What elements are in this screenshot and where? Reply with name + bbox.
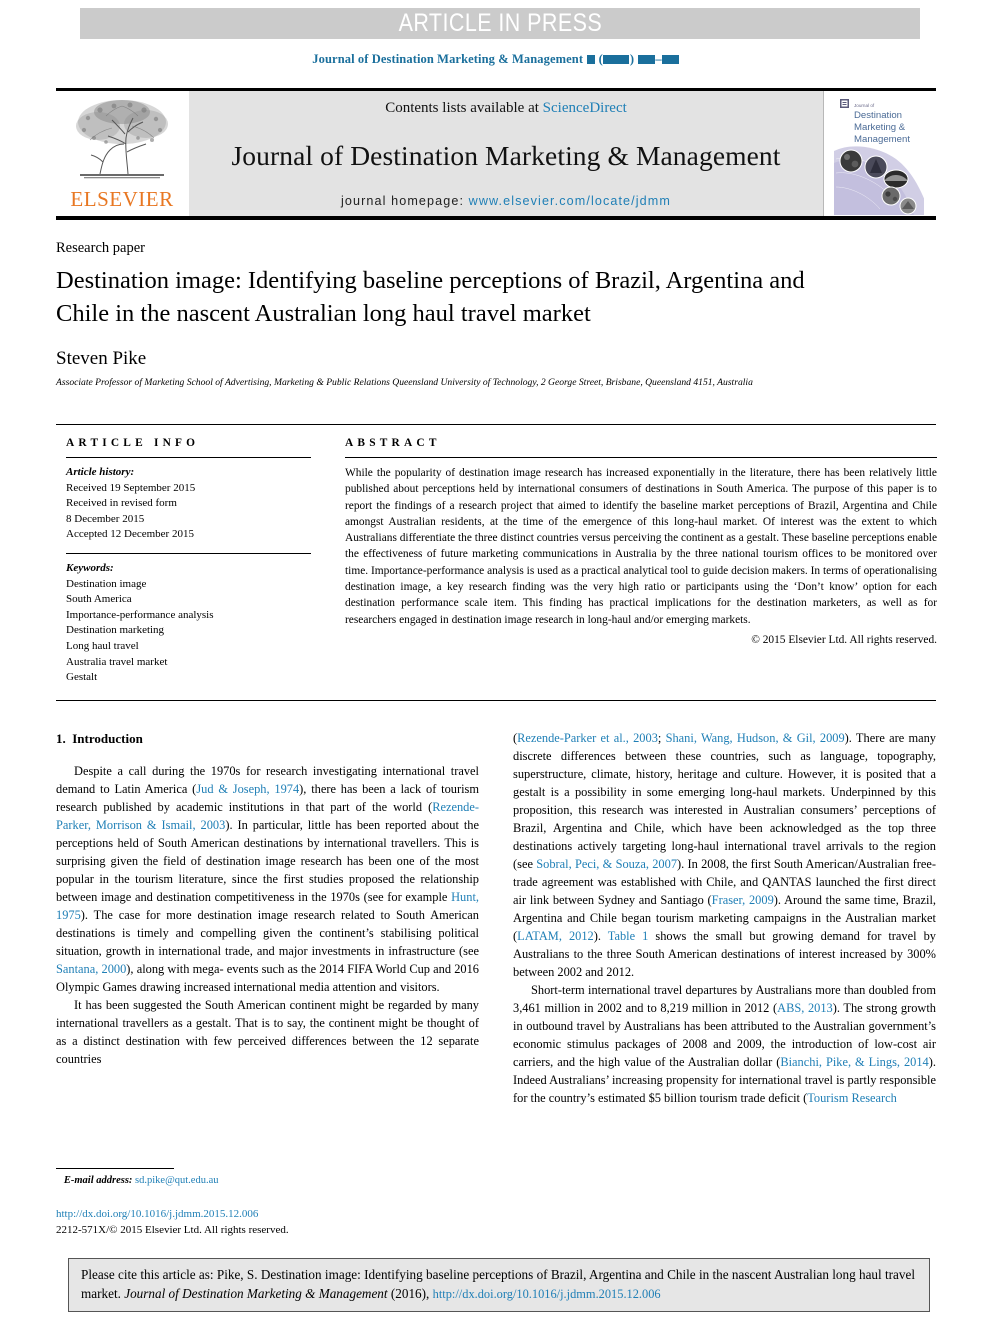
info-block-bottom-rule xyxy=(56,700,936,701)
article-history-item: 8 December 2015 xyxy=(66,512,145,525)
keyword-item: Long haul travel xyxy=(66,640,139,653)
article-info-rule xyxy=(66,457,311,458)
running-head-journal: Journal of Destination Marketing & Manag… xyxy=(312,52,584,66)
page-end-placeholder-block xyxy=(662,55,680,64)
keyword-item: Gestalt xyxy=(66,671,98,684)
article-history-item: Received 19 September 2015 xyxy=(66,481,196,494)
article-history-item: Received in revised form xyxy=(66,497,177,510)
page-title: Destination image: Identifying baseline … xyxy=(56,267,805,327)
citation-link[interactable]: Bianchi, Pike, & Lings, 2014 xyxy=(780,1055,928,1069)
article-history-label: Article history: xyxy=(66,466,135,478)
info-block-top-rule xyxy=(56,424,936,425)
journal-homepage-prefix: journal homepage: xyxy=(341,194,465,208)
cite-this-article-box: Please cite this article as: Pike, S. De… xyxy=(68,1258,930,1313)
contents-lists-prefix: Contents lists available at xyxy=(385,100,539,116)
elsevier-logo: ELSEVIER xyxy=(56,91,188,216)
keywords-block: Keywords: Destination image South Americ… xyxy=(66,553,311,686)
keywords-rule xyxy=(66,553,311,555)
author-name: Steven Pike xyxy=(56,348,147,369)
keyword-item: Destination marketing xyxy=(66,624,165,637)
journal-homepage-link[interactable]: www.elsevier.com/locate/jdmm xyxy=(469,194,671,208)
doi-block: http://dx.doi.org/10.1016/j.jdmm.2015.12… xyxy=(56,1207,496,1239)
volume-placeholder-block xyxy=(586,55,595,64)
elsevier-tree-icon xyxy=(76,100,168,179)
citation-link[interactable]: Rezende-Parker, Morrison & Ismail, 2003 xyxy=(56,800,479,832)
svg-text:Marketing &: Marketing & xyxy=(854,122,906,133)
body-paragraph: Short-term international travel departur… xyxy=(513,982,936,1105)
issn-copyright-line: 2212-571X/© 2015 Elsevier Ltd. All right… xyxy=(56,1223,289,1236)
cite-journal-name: Journal of Destination Marketing & Manag… xyxy=(124,1285,388,1301)
keyword-item: Importance-performance analysis xyxy=(66,608,214,621)
sciencedirect-link[interactable]: ScienceDirect xyxy=(543,100,627,116)
body-columns: 1. Introduction Despite a call during th… xyxy=(56,730,936,1200)
section-number: 1. xyxy=(56,731,66,746)
citation-link[interactable]: Sobral, Peci, & Souza, 2007 xyxy=(536,857,677,871)
abstract-body: While the popularity of destination imag… xyxy=(345,467,938,626)
masthead-center: Contents lists available at ScienceDirec… xyxy=(188,91,823,216)
article-in-press-label: ARTICLE IN PRESS xyxy=(398,9,602,37)
keywords-label: Keywords: xyxy=(66,562,114,575)
citation-link[interactable]: Fraser, 2009 xyxy=(712,893,774,907)
article-history-item: Accepted 12 December 2015 xyxy=(66,528,194,541)
contents-lists-line: Contents lists available at ScienceDirec… xyxy=(385,100,627,117)
body-column-right: (Rezende-Parker et al., 2003; Shani, Wan… xyxy=(513,730,936,1200)
intro-left-paragraphs: Despite a call during the 1970s for rese… xyxy=(56,763,479,1069)
email-footnote: E-mail address: sd.pike@qut.edu.au xyxy=(56,1175,479,1186)
masthead-journal-title: Journal of Destination Marketing & Manag… xyxy=(231,139,781,171)
keyword-item: South America xyxy=(66,593,132,606)
cite-doi-link[interactable]: http://dx.doi.org/10.1016/j.jdmm.2015.12… xyxy=(433,1287,661,1301)
journal-cover-artwork: Journal of Destination Marketing & Manag… xyxy=(834,92,926,215)
journal-homepage-line: journal homepage: www.elsevier.com/locat… xyxy=(341,194,671,208)
citation-link[interactable]: LATAM, 2012 xyxy=(517,929,594,943)
section-title: Introduction xyxy=(72,731,143,746)
elsevier-wordmark: ELSEVIER xyxy=(70,187,174,211)
running-head: Journal of Destination Marketing & Manag… xyxy=(0,52,992,67)
svg-text:Destination: Destination xyxy=(854,110,902,121)
email-label: E-mail address: xyxy=(63,1175,133,1186)
citation-link[interactable]: Table 1 xyxy=(608,929,649,943)
citation-link[interactable]: ABS, 2013 xyxy=(777,1001,833,1015)
keyword-item: Destination image xyxy=(66,577,147,590)
citation-link[interactable]: Shani, Wang, Hudson, & Gil, 2009 xyxy=(666,731,845,745)
citation-link[interactable]: Hunt, 1975 xyxy=(56,890,479,922)
article-info-heading: ARTICLE INFO xyxy=(66,437,200,449)
page-start-placeholder-block xyxy=(637,55,655,64)
svg-text:Journal of: Journal of xyxy=(854,103,875,108)
footnote-rule xyxy=(56,1168,174,1169)
article-first-page: ARTICLE IN PRESS Journal of Destination … xyxy=(0,0,992,1323)
abstract-rule xyxy=(345,457,937,458)
article-doi-link[interactable]: http://dx.doi.org/10.1016/j.jdmm.2015.12… xyxy=(56,1207,496,1223)
footnote-block: E-mail address: sd.pike@qut.edu.au xyxy=(56,1168,479,1186)
author-email-link[interactable]: sd.pike@qut.edu.au xyxy=(135,1175,218,1186)
running-head-paren-close: ) xyxy=(629,52,635,66)
section-heading-introduction: 1. Introduction xyxy=(56,730,479,749)
citation-link[interactable]: Rezende-Parker et al., 2003 xyxy=(517,731,658,745)
body-column-left: 1. Introduction Despite a call during th… xyxy=(56,730,479,1200)
page-dash: – xyxy=(655,52,662,66)
journal-masthead: ELSEVIER Contents lists available at Sci… xyxy=(56,88,936,220)
body-paragraph: (Rezende-Parker et al., 2003; Shani, Wan… xyxy=(513,731,937,979)
journal-cover-thumbnail: Journal of Destination Marketing & Manag… xyxy=(834,92,926,215)
abstract-copyright: © 2015 Elsevier Ltd. All rights reserved… xyxy=(751,633,937,646)
running-head-paren-open: ( xyxy=(598,52,603,66)
abstract-column: ABSTRACT While the popularity of destina… xyxy=(345,437,937,646)
year-placeholder-block xyxy=(603,55,630,64)
cite-year: (2016), xyxy=(390,1285,430,1301)
citation-link[interactable]: Tourism Research xyxy=(807,1091,897,1105)
article-info-column: ARTICLE INFO Article history: Received 1… xyxy=(66,437,311,686)
body-paragraph: Despite a call during the 1970s for rese… xyxy=(56,763,480,994)
intro-right-paragraphs: (Rezende-Parker et al., 2003; Shani, Wan… xyxy=(513,730,936,1108)
svg-text:Management: Management xyxy=(854,134,910,145)
citation-link[interactable]: Jud & Joseph, 1974 xyxy=(196,782,299,796)
abstract-heading: ABSTRACT xyxy=(345,437,441,449)
author-affiliation: Associate Professor of Marketing School … xyxy=(56,377,753,388)
citation-link[interactable]: Santana, 2000 xyxy=(56,962,126,976)
article-type-label: Research paper xyxy=(56,240,145,256)
keyword-item: Australia travel market xyxy=(66,655,168,668)
article-in-press-banner: ARTICLE IN PRESS xyxy=(80,8,920,39)
body-paragraph: It has been suggested the South American… xyxy=(56,997,479,1066)
journal-cover-cell: Journal of Destination Marketing & Manag… xyxy=(823,91,936,216)
